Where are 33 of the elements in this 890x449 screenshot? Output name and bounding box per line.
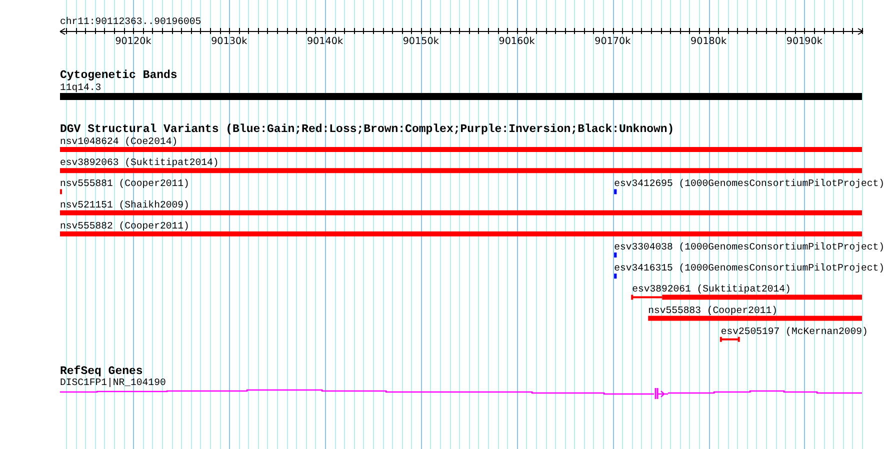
variant-label: esv3892061 (Suktitipat2014): [632, 284, 791, 295]
variant-label: esv2505197 (McKernan2009): [720, 326, 868, 337]
variant-bar[interactable]: [60, 168, 862, 174]
variant-label: esv3304038 (1000GenomesConsortiumPilotProject): [614, 242, 885, 252]
variant-label: nsv1048624 (Coe2014): [60, 136, 178, 147]
gene-model-drawing[interactable]: [60, 387, 862, 400]
variant-label: nsv555881 (Cooper2011): [60, 178, 190, 190]
variant-label: esv3412695 (1000GenomesConsortiumPilotProject): [614, 178, 885, 190]
track-title: DGV Structural Variants (Blue:Gain;Red:Loss;Brown:Complex;Purple:Inversion;Black:Unknown): [60, 123, 674, 136]
variant-label: esv3892063 (Suktitipat2014): [60, 157, 219, 168]
tick-label: 90150k: [402, 36, 439, 47]
track-title: Cytogenetic Bands: [60, 69, 178, 82]
variant-bar[interactable]: [614, 189, 617, 194]
variant-label: nsv555882 (Cooper2011): [60, 220, 190, 232]
tick-label: 90190k: [786, 36, 822, 47]
tick-label: 90170k: [594, 36, 631, 47]
band-label: 11q14.3: [60, 82, 102, 93]
variant-bar[interactable]: [614, 274, 617, 279]
tick-label: 90120k: [115, 36, 152, 47]
variant-label: nsv521151 (Shaikh2009): [60, 199, 190, 210]
tick-label: 90130k: [211, 36, 248, 47]
variant-bar[interactable]: [614, 252, 617, 258]
variant-label: nsv555883 (Cooper2011): [648, 304, 778, 316]
variant-interval[interactable]: [720, 336, 740, 343]
tick-label: 90140k: [306, 36, 344, 47]
tick-label: 90160k: [498, 36, 535, 47]
gene-label: DISC1FP1|NR_104190: [60, 377, 166, 388]
variant-bar[interactable]: [631, 294, 862, 301]
tick-label: 90180k: [690, 36, 727, 47]
variant-label: esv3416315 (1000GenomesConsortiumPilotProject): [614, 262, 885, 274]
variant-bar[interactable]: [60, 231, 862, 236]
track-title: RefSeq Genes: [60, 365, 143, 378]
location-label: chr11:90112363..90196005: [60, 16, 202, 27]
